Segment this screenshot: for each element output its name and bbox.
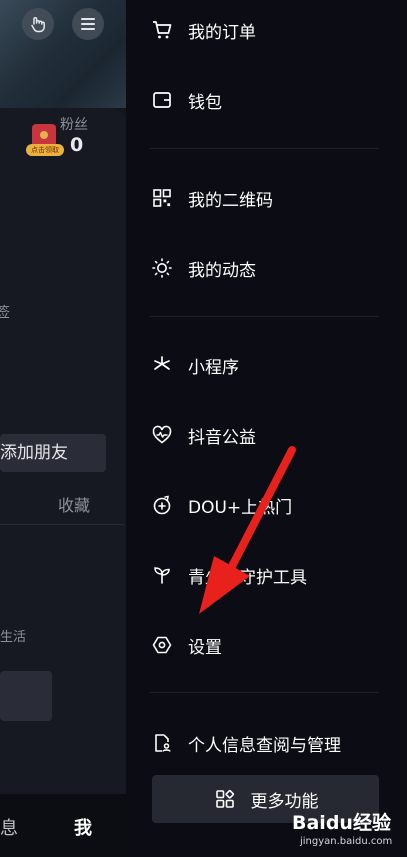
profile-header-cover	[0, 0, 126, 108]
menu-button[interactable]	[72, 8, 104, 40]
hamburger-icon	[81, 18, 95, 30]
menu-item-orders[interactable]: 我的订单	[150, 18, 256, 43]
menu-label-dou-plus: DOU+上热门	[188, 497, 293, 518]
menu-label-qr-code: 我的二维码	[188, 190, 273, 211]
add-friend-button[interactable]: 添加朋友	[0, 434, 106, 472]
tab-collect[interactable]: 收藏	[58, 492, 90, 516]
menu-item-activity[interactable]: 我的动态	[150, 256, 256, 281]
content-thumbnail[interactable]	[0, 671, 52, 721]
menu-divider	[150, 692, 379, 693]
qr-code-icon	[150, 186, 174, 210]
menu-item-settings[interactable]: 设置	[150, 633, 222, 658]
mini-program-icon	[150, 353, 174, 377]
settings-hexagon-icon	[150, 633, 174, 657]
red-packet-tag: 点击领取	[26, 144, 64, 156]
grid-icon	[213, 787, 237, 811]
dou-plus-icon	[150, 493, 174, 517]
menu-label-mini-program: 小程序	[188, 357, 239, 378]
bottom-navigation	[0, 794, 126, 857]
watermark-url: jingyan.baidu.com	[300, 836, 393, 847]
menu-label-youth-guard: 青少年守护工具	[188, 567, 307, 588]
nav-message-tab[interactable]: 息	[0, 814, 18, 840]
menu-item-youth-guard[interactable]: 青少年守护工具	[150, 563, 307, 588]
cart-icon	[150, 18, 174, 42]
menu-item-wallet[interactable]: 钱包	[150, 88, 222, 113]
menu-label-orders: 我的订单	[188, 22, 256, 43]
sprout-icon	[150, 563, 174, 587]
menu-item-charity[interactable]: 抖音公益	[150, 423, 256, 448]
menu-label-personal-info: 个人信息查阅与管理	[188, 735, 341, 756]
menu-item-qr-code[interactable]: 我的二维码	[150, 186, 273, 211]
menu-divider	[150, 316, 379, 317]
signature-fragment: 签	[0, 305, 10, 321]
visitor-hand-button[interactable]	[22, 8, 54, 40]
tabs-divider	[0, 524, 124, 525]
activity-sun-icon	[150, 256, 174, 280]
menu-item-mini-program[interactable]: 小程序	[150, 353, 239, 378]
fans-count[interactable]: 0	[70, 134, 83, 156]
menu-divider	[150, 148, 379, 149]
baidu-watermark: Baidu经验 jingyan.baidu.com	[292, 808, 404, 852]
menu-label-activity: 我的动态	[188, 260, 256, 281]
menu-label-wallet: 钱包	[188, 92, 222, 113]
fans-label: 粉丝	[60, 117, 88, 133]
menu-label-settings: 设置	[188, 637, 222, 658]
nav-me-tab[interactable]: 我	[74, 814, 92, 840]
life-text: 生活	[0, 630, 27, 645]
menu-label-charity: 抖音公益	[188, 427, 256, 448]
hand-pointer-icon	[31, 17, 45, 33]
wallet-icon	[150, 88, 174, 112]
heart-pulse-icon	[150, 423, 174, 447]
menu-item-personal-info[interactable]: 个人信息查阅与管理	[150, 731, 341, 756]
watermark-brand: Baidu经验	[292, 812, 391, 834]
menu-item-dou-plus[interactable]: DOU+上热门	[150, 493, 293, 518]
profile-page-background: 点击领取 粉丝 0 签 添加朋友 收藏 生活 息 我	[0, 0, 126, 857]
personal-info-icon	[150, 731, 174, 755]
